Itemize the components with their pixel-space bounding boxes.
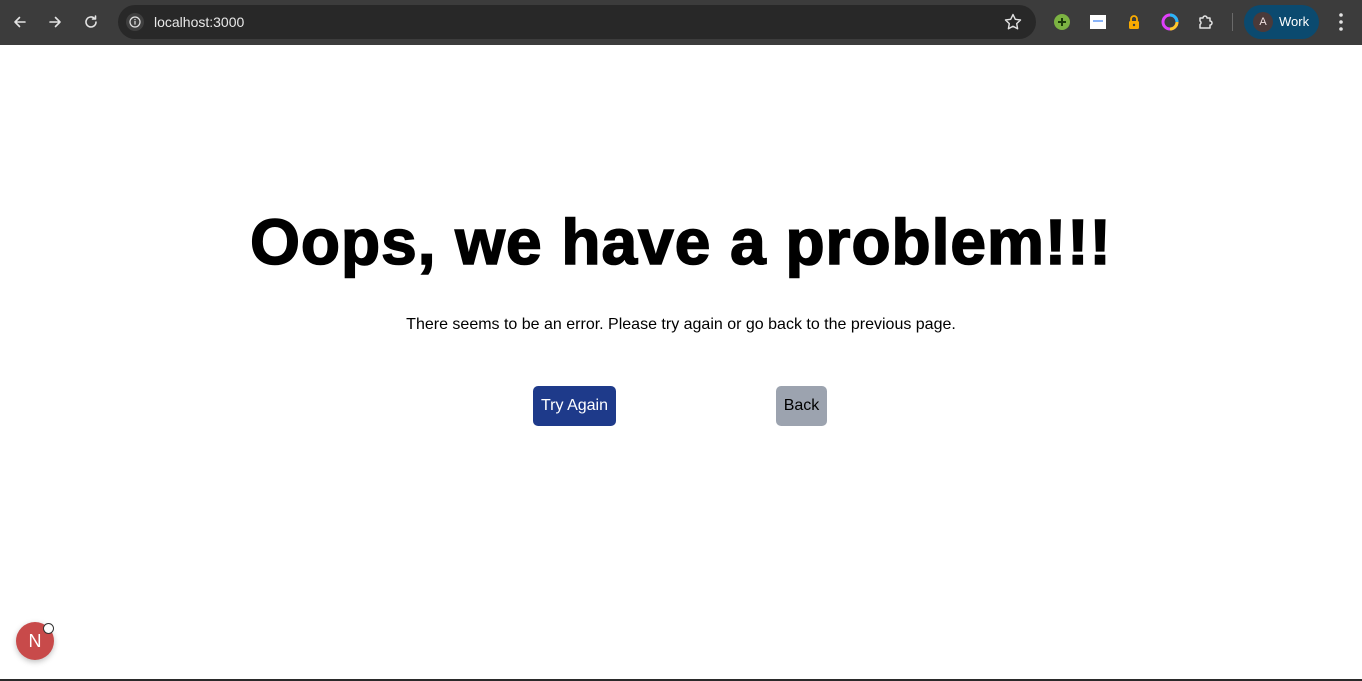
puzzle-glyph-icon [1199,15,1213,29]
plus-circle-icon [1054,14,1070,30]
reload-button[interactable] [77,8,105,36]
extensions-puzzle-icon[interactable] [1196,12,1216,32]
card-glyph-icon [1090,15,1106,29]
page-title: Oops, we have a problem!!! [249,205,1112,279]
more-menu-icon[interactable] [1331,11,1351,33]
browser-toolbar: localhost:3000 A Work [0,0,1362,45]
url-text: localhost:3000 [154,14,245,30]
extension-color-ring-icon[interactable] [1160,12,1180,32]
toolbar-divider [1232,13,1233,31]
address-bar[interactable]: localhost:3000 [118,5,1036,39]
back-button[interactable]: Back [776,386,827,426]
profile-label: Work [1279,14,1310,29]
try-again-button[interactable]: Try Again [533,386,616,426]
back-nav-button[interactable] [6,8,34,36]
extension-lock-icon[interactable] [1124,12,1144,32]
extension-card-icon[interactable] [1088,12,1108,32]
forward-nav-button[interactable] [41,8,69,36]
error-message: There seems to be an error. Please try a… [406,316,956,333]
site-info-icon[interactable] [126,13,144,31]
info-glyph-icon [129,16,141,28]
vertical-dots-icon [1339,13,1343,31]
bookmark-star-icon[interactable] [1003,12,1023,32]
dev-badge-indicator [43,623,54,634]
star-glyph-icon [1004,13,1022,30]
avatar: A [1253,12,1273,32]
dev-badge-letter: N [28,630,42,651]
arrow-right-icon [49,16,61,28]
reload-icon [85,15,97,28]
extension-green-plus-icon[interactable] [1052,12,1072,32]
color-ring-glyph-icon [1161,13,1179,31]
profile-chip[interactable]: A Work [1244,5,1319,39]
lock-glyph-icon [1129,15,1139,29]
arrow-left-icon [14,16,26,28]
page-content: Oops, we have a problem!!! There seems t… [0,45,1362,681]
